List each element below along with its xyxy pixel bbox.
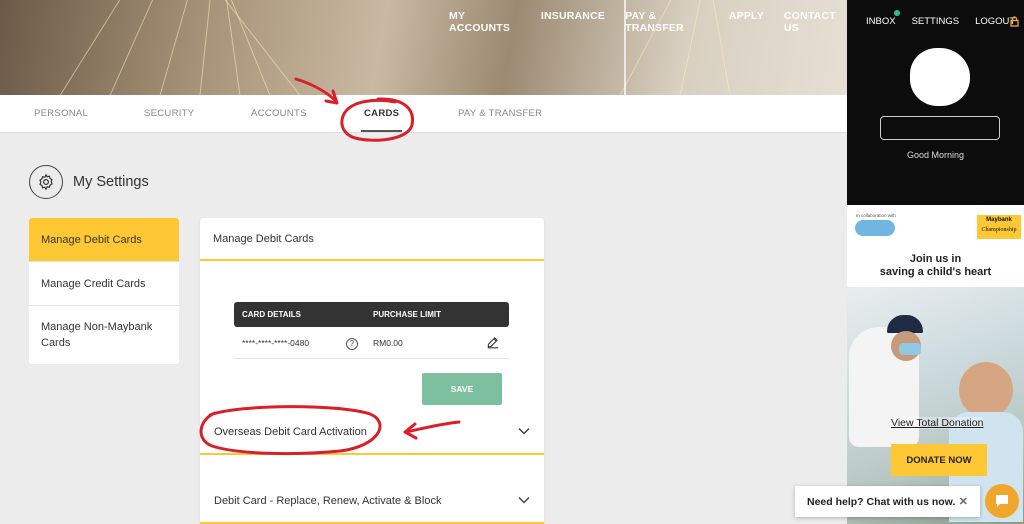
donation-ad[interactable]: In collaboration with Maybank Championsh… <box>847 205 1024 524</box>
close-icon[interactable]: ✕ <box>959 495 968 508</box>
maybank-event: Championship <box>981 227 1017 233</box>
col-card-details: CARD DETAILS <box>242 310 301 319</box>
ad-headline: Join us in saving a child's heart <box>847 253 1024 279</box>
partner-logo <box>855 220 895 236</box>
ad-collab-text: In collaboration with <box>856 213 896 218</box>
ad-headline-line: saving a child's heart <box>879 266 992 278</box>
account-nav: INBOX SETTINGS LOGOUT <box>866 16 1015 27</box>
debit-card-panel: Manage Debit Cards CARD DETAILS PURCHASE… <box>200 218 544 524</box>
table-row: ****-****-****-0480 ? RM0.00 <box>234 327 509 359</box>
card-table: CARD DETAILS PURCHASE LIMIT ****-****-**… <box>234 302 509 359</box>
account-panel: INBOX SETTINGS LOGOUT Good Morning <box>847 0 1024 205</box>
edit-pencil-icon[interactable] <box>486 335 500 351</box>
tab-security[interactable]: SECURITY <box>144 108 194 119</box>
accordion-label: Debit Card - Replace, Renew, Activate & … <box>214 495 442 507</box>
purchase-limit-value: RM0.00 <box>373 338 403 348</box>
nav-inbox[interactable]: INBOX <box>866 16 896 27</box>
user-name-box <box>880 116 1000 140</box>
gear-icon <box>29 165 63 199</box>
help-icon[interactable]: ? <box>346 338 358 350</box>
hero-banner: MY ACCOUNTS INSURANCE PAY & TRANSFER APP… <box>0 0 847 95</box>
tab-cards[interactable]: CARDS <box>360 108 403 132</box>
chat-prompt-text: Need help? Chat with us now. <box>807 495 956 508</box>
menu-item-manage-credit-cards[interactable]: Manage Credit Cards <box>29 262 179 306</box>
accordion-overseas-activation[interactable]: Overseas Debit Card Activation <box>200 411 544 455</box>
ad-headline-line: Join us in <box>909 253 962 265</box>
table-header: CARD DETAILS PURCHASE LIMIT <box>234 302 509 327</box>
top-nav: MY ACCOUNTS INSURANCE PAY & TRANSFER APP… <box>449 10 847 34</box>
tab-personal[interactable]: PERSONAL <box>34 108 88 119</box>
accordion-replace-renew[interactable]: Debit Card - Replace, Renew, Activate & … <box>200 480 544 524</box>
notification-dot <box>894 10 900 16</box>
card-number: ****-****-****-0480 <box>242 338 310 348</box>
tab-pay-transfer[interactable]: PAY & TRANSFER <box>458 108 542 119</box>
avatar[interactable] <box>910 48 970 106</box>
nav-apply[interactable]: APPLY <box>729 10 764 34</box>
view-total-donation-link[interactable]: View Total Donation <box>891 417 984 429</box>
col-purchase-limit: PURCHASE LIMIT <box>373 310 441 319</box>
menu-item-manage-debit-cards[interactable]: Manage Debit Cards <box>29 218 179 262</box>
lock-icon <box>1010 14 1019 32</box>
chat-bubble-icon[interactable] <box>985 484 1019 518</box>
page-title: My Settings <box>73 174 149 190</box>
donate-now-button[interactable]: DONATE NOW <box>891 444 987 476</box>
panel-title: Manage Debit Cards <box>200 218 544 261</box>
nav-contact-us[interactable]: CONTACT US <box>784 10 847 34</box>
nav-pay-transfer[interactable]: PAY & TRANSFER <box>625 10 709 34</box>
side-menu: Manage Debit Cards Manage Credit Cards M… <box>29 218 179 364</box>
maybank-brand: Maybank <box>986 217 1012 223</box>
nav-settings[interactable]: SETTINGS <box>912 16 960 27</box>
menu-item-manage-non-maybank-cards[interactable]: Manage Non-Maybank Cards <box>29 306 179 364</box>
tab-accounts[interactable]: ACCOUNTS <box>251 108 307 119</box>
nav-insurance[interactable]: INSURANCE <box>541 10 605 34</box>
save-button[interactable]: SAVE <box>422 373 502 405</box>
nav-my-accounts[interactable]: MY ACCOUNTS <box>449 10 521 34</box>
settings-header: My Settings <box>29 165 149 199</box>
maybank-logo: Maybank Championship <box>977 215 1021 239</box>
chat-prompt[interactable]: Need help? Chat with us now. ✕ <box>795 486 980 517</box>
greeting-text: Good Morning <box>906 150 965 160</box>
chevron-down-icon <box>518 426 530 438</box>
chevron-down-icon <box>518 495 530 507</box>
settings-tabs: PERSONAL SECURITY ACCOUNTS CARDS PAY & T… <box>0 95 847 133</box>
accordion-label: Overseas Debit Card Activation <box>214 426 367 438</box>
